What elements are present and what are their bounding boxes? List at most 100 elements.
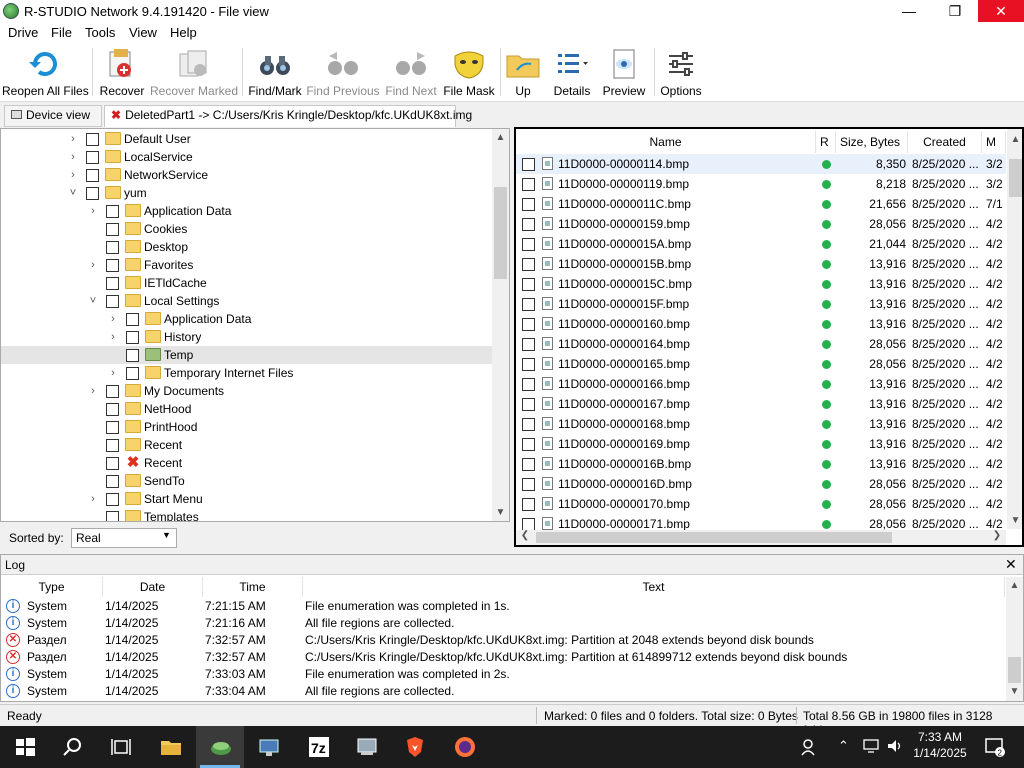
tree-scrollbar[interactable]: ▲ ▼ (492, 129, 509, 521)
tree-item[interactable]: Temp (1, 346, 493, 364)
details-button[interactable]: Details (544, 42, 600, 102)
chevron-right-icon[interactable]: › (67, 148, 79, 166)
chevron-right-icon[interactable]: › (87, 256, 99, 274)
maximize-button[interactable]: ❐ (932, 0, 978, 22)
file-row[interactable]: 11D0000-00000165.bmp 28,056 8/25/2020 ... 4… (516, 354, 1006, 374)
file-row[interactable]: 11D0000-0000016B.bmp 13,916 8/25/2020 ... 4… (516, 454, 1006, 474)
chevron-up-icon[interactable]: ⌃ (838, 738, 849, 754)
file-row[interactable]: 11D0000-0000015A.bmp 21,044 8/25/2020 ... 4… (516, 234, 1006, 254)
chevron-right-icon[interactable]: › (67, 130, 79, 148)
chevron-right-icon[interactable]: › (107, 364, 119, 382)
network-status-icon[interactable] (862, 738, 880, 754)
file-checkbox[interactable] (522, 178, 535, 191)
task-view-button[interactable] (96, 726, 144, 768)
notifications-icon[interactable]: 2 (984, 736, 1006, 758)
tree-checkbox[interactable] (106, 241, 119, 254)
log-row[interactable]: ✕ Раздел 1/14/2025 7:32:57 AM C:/Users/Kris … (1, 649, 1005, 666)
file-checkbox[interactable] (522, 278, 535, 291)
file-checkbox[interactable] (522, 498, 535, 511)
chevron-right-icon[interactable]: › (107, 310, 119, 328)
file-row[interactable]: 11D0000-00000119.bmp 8,218 8/25/2020 ... 3/… (516, 174, 1006, 194)
scroll-thumb[interactable] (494, 187, 507, 279)
tree-checkbox[interactable] (86, 187, 99, 200)
tree-checkbox[interactable] (106, 421, 119, 434)
file-checkbox[interactable] (522, 198, 535, 211)
file-checkbox[interactable] (522, 458, 535, 471)
file-list-hscrollbar[interactable]: ❮ ❯ (516, 530, 1006, 545)
tab-file-view[interactable]: ✖ DeletedPart1 -> C:/Users/Kris Kringle/D… (104, 105, 472, 127)
chevron-right-icon[interactable]: › (67, 166, 79, 184)
column-header-size[interactable]: Size, Bytes (836, 131, 908, 153)
tree-checkbox[interactable] (106, 259, 119, 272)
hscroll-thumb[interactable] (536, 532, 892, 543)
taskbar-file-explorer[interactable] (146, 726, 194, 768)
tree-item[interactable]: › History (1, 328, 493, 346)
scroll-thumb[interactable] (1009, 159, 1022, 197)
reopen-all-files-button[interactable]: Reopen All Files (2, 42, 89, 102)
tree-item[interactable]: › Application Data (1, 202, 493, 220)
chevron-right-icon[interactable]: › (87, 382, 99, 400)
log-row[interactable]: i System 1/14/2025 7:33:04 AM All file regio… (1, 683, 1005, 700)
menu-tools[interactable]: Tools (85, 25, 115, 40)
tree-item[interactable]: NetHood (1, 400, 493, 418)
file-checkbox[interactable] (522, 338, 535, 351)
file-row[interactable]: 11D0000-0000015F.bmp 13,916 8/25/2020 ... 4… (516, 294, 1006, 314)
log-column-time[interactable]: Time (203, 577, 303, 597)
file-row[interactable]: 11D0000-00000159.bmp 28,056 8/25/2020 ... 4… (516, 214, 1006, 234)
scroll-left-arrow-icon[interactable]: ❮ (518, 530, 532, 541)
tree-item[interactable]: › My Documents (1, 382, 493, 400)
tree-checkbox[interactable] (86, 169, 99, 182)
taskbar-disk-tool[interactable] (342, 726, 390, 768)
file-checkbox[interactable] (522, 478, 535, 491)
file-row[interactable]: 11D0000-00000167.bmp 13,916 8/25/2020 ... 4… (516, 394, 1006, 414)
scroll-down-arrow-icon[interactable]: ▼ (1006, 683, 1023, 700)
scroll-up-arrow-icon[interactable]: ▲ (492, 129, 509, 146)
file-row[interactable]: 11D0000-0000011C.bmp 21,656 8/25/2020 ... 7… (516, 194, 1006, 214)
taskbar-network-app[interactable] (244, 726, 292, 768)
preview-button[interactable]: Preview (600, 42, 648, 102)
find-mark-button[interactable]: Find/Mark (246, 42, 304, 102)
file-checkbox[interactable] (522, 418, 535, 431)
scroll-thumb[interactable] (1008, 657, 1021, 683)
tree-checkbox[interactable] (106, 475, 119, 488)
log-row[interactable]: i System 1/14/2025 7:33:03 AM File enumerati… (1, 666, 1005, 683)
tree-checkbox[interactable] (106, 511, 119, 521)
scroll-right-arrow-icon[interactable]: ❯ (990, 530, 1004, 541)
tab-device-view[interactable]: Device view (4, 105, 102, 127)
recover-button[interactable]: Recover (96, 42, 148, 102)
tree-checkbox[interactable] (106, 493, 119, 506)
dropdown-arrow-icon[interactable]: ▼ (162, 530, 171, 540)
minimize-button[interactable]: — (886, 0, 932, 22)
tree-checkbox[interactable] (106, 439, 119, 452)
file-checkbox[interactable] (522, 318, 535, 331)
column-header-modified[interactable]: M (982, 131, 1006, 153)
file-row[interactable]: 11D0000-0000016D.bmp 28,056 8/25/2020 ... 4… (516, 474, 1006, 494)
menu-help[interactable]: Help (170, 25, 197, 40)
file-checkbox[interactable] (522, 158, 535, 171)
file-row[interactable]: 11D0000-00000169.bmp 13,916 8/25/2020 ... 4… (516, 434, 1006, 454)
scroll-down-arrow-icon[interactable]: ▼ (1007, 512, 1022, 529)
tree-checkbox[interactable] (106, 457, 119, 470)
tree-checkbox[interactable] (106, 403, 119, 416)
file-checkbox[interactable] (522, 378, 535, 391)
tree-checkbox[interactable] (126, 367, 139, 380)
file-row[interactable]: 11D0000-00000166.bmp 13,916 8/25/2020 ... 4… (516, 374, 1006, 394)
chevron-right-icon[interactable]: › (87, 490, 99, 508)
taskbar-7zip[interactable]: 7z (294, 726, 342, 768)
tree-item[interactable]: Recent (1, 436, 493, 454)
log-scrollbar[interactable]: ▲ ▼ (1006, 577, 1023, 701)
log-row[interactable]: i System 1/14/2025 7:21:15 AM File enumerati… (1, 598, 1005, 615)
close-button[interactable]: ✕ (978, 0, 1024, 22)
scroll-up-arrow-icon[interactable]: ▲ (1007, 131, 1022, 148)
file-row[interactable]: 11D0000-0000015B.bmp 13,916 8/25/2020 ... 4… (516, 254, 1006, 274)
file-checkbox[interactable] (522, 258, 535, 271)
scroll-down-arrow-icon[interactable]: ▼ (492, 504, 509, 521)
up-button[interactable]: Up (504, 42, 542, 102)
file-row[interactable]: 11D0000-0000015C.bmp 13,916 8/25/2020 ... 4… (516, 274, 1006, 294)
file-checkbox[interactable] (522, 238, 535, 251)
find-previous-button[interactable]: Find Previous (306, 42, 380, 102)
tree-item[interactable]: › LocalService (1, 148, 493, 166)
taskbar-r-studio[interactable] (196, 726, 244, 768)
start-button[interactable] (0, 726, 48, 768)
column-header-r[interactable]: R (816, 131, 836, 153)
